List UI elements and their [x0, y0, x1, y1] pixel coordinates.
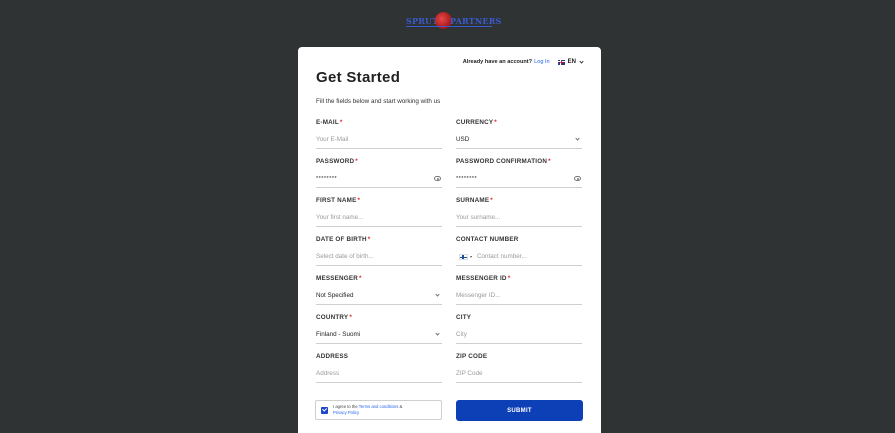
currency-label: CURRENCY*	[456, 119, 497, 126]
contact-number-input[interactable]: Contact number...	[456, 248, 582, 266]
messenger-label: MESSENGER*	[316, 275, 362, 282]
surname-label: SURNAME*	[456, 197, 493, 204]
zip-code-input[interactable]: ZIP Code	[456, 365, 582, 383]
zip-code-label: ZIP CODE	[456, 353, 488, 360]
logo-underline	[406, 26, 492, 27]
first-name-input[interactable]: Your first name...	[316, 209, 442, 227]
password-label: PASSWORD*	[316, 158, 358, 165]
address-label: ADDRESS	[316, 353, 349, 360]
email-label: E-MAIL*	[316, 119, 343, 126]
address-field: ADDRESS Address	[316, 353, 442, 383]
chevron-down-icon	[575, 136, 580, 141]
password-confirmation-field: PASSWORD CONFIRMATION* ********	[456, 158, 582, 188]
chevron-down-icon	[579, 58, 584, 64]
country-label: COUNTRY*	[316, 314, 352, 321]
logo-text-left: SPRUT	[406, 16, 439, 26]
contact-number-label: CONTACT NUMBER	[456, 236, 519, 243]
messenger-id-field: MESSENGER ID* Messenger ID...	[456, 275, 582, 305]
contact-number-placeholder: Contact number...	[477, 253, 527, 260]
password-confirmation-value: ********	[456, 175, 478, 182]
password-confirmation-label: PASSWORD CONFIRMATION*	[456, 158, 551, 165]
currency-select[interactable]: USD	[456, 131, 582, 149]
surname-field: SURNAME* Your surname...	[456, 197, 582, 227]
country-field: COUNTRY* Finland - Suomi	[316, 314, 442, 344]
eye-icon[interactable]	[574, 176, 581, 181]
contact-number-field: CONTACT NUMBER Contact number...	[456, 236, 582, 266]
terms-checkbox[interactable]	[321, 406, 328, 414]
zip-code-field: ZIP CODE ZIP Code	[456, 353, 582, 383]
login-link[interactable]: Log In	[534, 59, 550, 65]
account-bar: Already have an account? Log In EN	[462, 58, 584, 65]
city-field: CITY City	[456, 314, 582, 344]
date-of-birth-label: DATE OF BIRTH*	[316, 236, 371, 243]
password-value: ********	[316, 175, 338, 182]
password-field: PASSWORD* ********	[316, 158, 442, 188]
date-of-birth-field: DATE OF BIRTH* Select date of birth...	[316, 236, 442, 266]
language-selector[interactable]: EN	[557, 58, 584, 65]
page-title: Get Started	[316, 69, 401, 86]
finland-flag-icon[interactable]	[459, 253, 468, 260]
surname-input[interactable]: Your surname...	[456, 209, 582, 227]
messenger-id-input[interactable]: Messenger ID...	[456, 287, 582, 305]
terms-agreement: I agree to the Terms and conditions & Pr…	[315, 400, 442, 420]
language-code: EN	[567, 59, 576, 65]
terms-text: I agree to the Terms and conditions & Pr…	[333, 404, 403, 415]
country-select[interactable]: Finland - Suomi	[316, 326, 442, 344]
signup-card: Already have an account? Log In EN Get S…	[298, 47, 601, 433]
city-label: CITY	[456, 314, 472, 321]
messenger-select[interactable]: Not Specified	[316, 287, 442, 305]
password-confirmation-input[interactable]: ********	[456, 170, 582, 188]
page-subtitle: Fill the fields below and start working …	[316, 98, 441, 105]
eye-icon[interactable]	[434, 176, 441, 181]
messenger-field: MESSENGER* Not Specified	[316, 275, 442, 305]
email-input[interactable]: Your E-Mail	[316, 131, 442, 149]
terms-link[interactable]: Terms and conditions	[359, 404, 399, 409]
caret-down-icon[interactable]	[470, 255, 472, 258]
first-name-field: FIRST NAME* Your first name...	[316, 197, 442, 227]
logo-text-right: PARTNERS	[450, 16, 502, 26]
uk-flag-icon	[557, 59, 565, 65]
brand-logo[interactable]: SPRUT PARTNERS	[405, 12, 501, 32]
first-name-label: FIRST NAME*	[316, 197, 361, 204]
city-input[interactable]: City	[456, 326, 582, 344]
date-of-birth-input[interactable]: Select date of birth...	[316, 248, 442, 266]
submit-button[interactable]: SUBMIT	[456, 400, 583, 421]
password-input[interactable]: ********	[316, 170, 442, 188]
currency-value: USD	[456, 136, 470, 143]
address-input[interactable]: Address	[316, 365, 442, 383]
currency-field: CURRENCY* USD	[456, 119, 582, 149]
messenger-value: Not Specified	[316, 292, 354, 299]
country-value: Finland - Suomi	[316, 331, 361, 338]
email-field: E-MAIL* Your E-Mail	[316, 119, 442, 149]
messenger-id-label: MESSENGER ID*	[456, 275, 511, 282]
chevron-down-icon	[435, 331, 440, 336]
account-question: Already have an account?	[462, 59, 533, 65]
chevron-down-icon	[435, 292, 440, 297]
privacy-link[interactable]: Privacy Policy	[333, 410, 359, 415]
